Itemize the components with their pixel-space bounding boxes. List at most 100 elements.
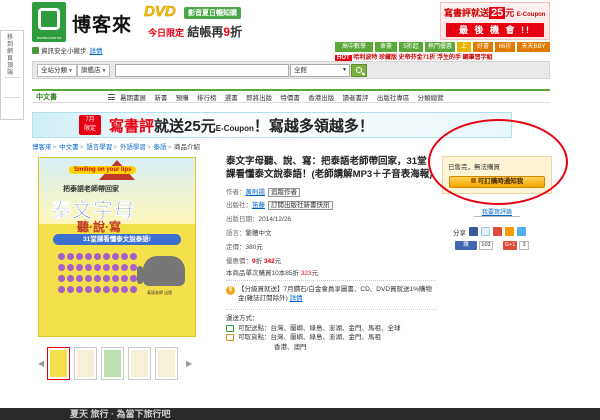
sale-price-value: 342 (263, 258, 275, 265)
ship-label: 可配送點： (238, 324, 271, 332)
language-value: 繁體中文 (245, 230, 272, 237)
book-title: 泰文字母聽、說、寫：把泰語老師帶回家，31堂課看懂泰文說泰語！(老師講解MP3＋… (226, 156, 433, 180)
bulk-price-row: 本商品單次購買10本85折 323元 (226, 267, 318, 277)
cover-publisher: 泰語老師 出版 (147, 290, 173, 295)
top-nav-tab[interactable]: 上 (457, 42, 471, 52)
dollar-icon: $ (226, 286, 235, 295)
category-nav-item[interactable]: 暑期書展 (120, 95, 146, 102)
bottom-banner[interactable]: 夏天 旅行 · 為當下旅行吧 (0, 408, 600, 420)
category-nav-item[interactable]: 讀者書評 (343, 95, 369, 102)
top-nav-tab[interactable]: 好書 (473, 42, 493, 52)
review-coupon-banner[interactable]: 7月 限定 寫書評就送25元E-Coupon！寫越多領越多！ (32, 112, 512, 138)
thumbnail[interactable] (101, 347, 124, 380)
gplus-share-icon[interactable] (493, 227, 502, 236)
breadcrumb-link[interactable]: 博客來 (32, 144, 52, 151)
search-button[interactable] (351, 64, 367, 77)
highlight-circle-annotation (428, 119, 568, 205)
category-nav-item[interactable]: 新書 (154, 95, 167, 102)
back-to-top-strip[interactable]: 移到網頁頂端 (0, 30, 24, 120)
thumbnail[interactable] (155, 347, 178, 380)
thumbnail-strip: ◀ ▶ (38, 345, 196, 383)
date-row: 出版日期：2014/12/26 (226, 213, 291, 223)
search-input[interactable] (115, 64, 289, 77)
logo-url: books.com.tw (36, 35, 62, 40)
gplus-count: 3 (519, 241, 529, 250)
top-nav-tab[interactable]: 高中數學 (335, 42, 373, 52)
flagship-store-button[interactable]: 旗艦店▼ (77, 64, 111, 77)
breadcrumb-link[interactable]: 泰語 (153, 144, 166, 151)
cover-title2: 聽·說·寫 (77, 220, 121, 234)
thumbnail[interactable] (74, 347, 97, 380)
list-price-row: 定價：380元 (226, 241, 263, 251)
email-share-icon[interactable] (505, 227, 514, 236)
dvd-promo-banner[interactable]: DVD 影音夏日暢知購 今日限定 結帳再9折 (142, 3, 292, 41)
author-link[interactable]: 黃則揚 (246, 189, 266, 196)
logo-icon: books.com.tw (32, 2, 66, 42)
facebook-like-button[interactable]: 讚 (455, 241, 477, 250)
top-nav-tab[interactable]: 車豪 (375, 42, 397, 52)
thumbnail[interactable] (128, 347, 151, 380)
divider (474, 216, 520, 217)
list-price-label: 定價： (226, 244, 246, 251)
date-value: 2014/12/26 (258, 216, 292, 223)
category-home[interactable]: 中文書 (36, 92, 57, 102)
follow-author-button[interactable]: 追蹤作者 (268, 188, 300, 197)
flagship-store-label: 旗艦店 (81, 67, 101, 74)
breadcrumb-link[interactable]: 外語學習 (120, 144, 146, 151)
sale-price-unit: 元 (274, 258, 282, 265)
publisher-label: 出版社： (226, 202, 252, 209)
last-chance-label: 最 後 機 會 !! (446, 23, 544, 37)
category-nav-item[interactable]: 選書 (225, 95, 238, 102)
plurk-share-icon[interactable] (481, 227, 490, 236)
pickup-row-2: 香港、澳門 (226, 343, 438, 353)
search-icon (356, 67, 362, 73)
chevron-right-icon[interactable]: ▶ (186, 359, 192, 368)
category-nav-item[interactable]: 出版社專區 (377, 95, 410, 102)
facebook-share-icon[interactable] (469, 227, 478, 236)
july-limited-badge: 7月 限定 (79, 115, 101, 135)
top-nav-tab[interactable]: 天天BBY (517, 42, 550, 52)
all-categories-button[interactable]: 全站分類▼ (37, 64, 77, 77)
security-text: 資訊安全小撇步 (41, 48, 87, 55)
book-cover-image[interactable]: Smiling on your lips 把泰語老師帶回家 泰文字母 聽·說·寫… (38, 157, 196, 337)
delivery-title: 運送方式： (226, 315, 259, 322)
gplus-button[interactable]: G+1 (503, 241, 517, 250)
all-categories-label: 全站分類 (41, 67, 67, 74)
twitter-share-icon[interactable] (517, 227, 526, 236)
top-nav-tab[interactable]: 66折 (495, 42, 515, 52)
member-promo-link[interactable]: 詳情 (290, 295, 303, 302)
menu-icon[interactable] (108, 94, 115, 100)
language-row: 語言：繁體中文 (226, 227, 272, 237)
pickup-areas: 台灣、蘭嶼、綠島、澎湖、金門、馬祖 (270, 334, 382, 341)
review-promo-banner[interactable]: 寫書評就送 25 元 E-Coupon 最 後 機 會 !! (440, 2, 550, 40)
category-nav-items: 暑期書展 新書 預購 排行榜 選書 即將出版 特價書 香港出版 讀者書評 出版社… (120, 92, 450, 102)
category-nav-item[interactable]: 分類總覽 (418, 95, 444, 102)
publisher-link[interactable]: 笛藤 (252, 202, 265, 209)
category-nav-item[interactable]: 香港出版 (308, 95, 334, 102)
security-details-link[interactable]: 詳情 (90, 48, 103, 55)
cover-subtitle: 把泰語老師帶回家 (63, 186, 119, 193)
back-to-top-label: 移到網頁頂端 (7, 35, 14, 76)
breadcrumb-link[interactable]: 中文書 (59, 144, 79, 151)
site-logo[interactable]: books.com.tw 博客來 (32, 2, 134, 42)
language-label: 語言： (226, 230, 246, 237)
search-scope-select[interactable]: 全館 ▼ (290, 64, 350, 77)
thumbnail[interactable] (47, 347, 70, 380)
category-nav-item[interactable]: 特價書 (280, 95, 300, 102)
pickup-areas-2: 香港、澳門 (274, 343, 307, 351)
category-nav-item[interactable]: 預購 (176, 95, 189, 102)
top-nav-tab[interactable]: 5折起 (399, 42, 423, 52)
subscribe-publisher-button[interactable]: 訂閱出版社新書快訊 (268, 201, 333, 210)
category-nav-item[interactable]: 排行榜 (197, 95, 217, 102)
ship-areas: 台灣、蘭嶼、綠島、澎湖、金門、馬祖、全球 (270, 324, 401, 332)
chevron-left-icon[interactable]: ◀ (38, 359, 44, 368)
bulk-price-unit: 元 (311, 270, 319, 277)
list-price-value: 380元 (245, 244, 263, 251)
breadcrumb-link[interactable]: 語言學習 (86, 144, 112, 151)
top-nav-tab[interactable]: 熱門優惠 (425, 42, 455, 52)
category-nav-item[interactable]: 即將出版 (246, 95, 272, 102)
date-label: 出版日期： (226, 216, 259, 223)
dvd-offer: 今日限定 結帳再9折 (148, 25, 243, 39)
badge-limited: 限定 (83, 126, 96, 132)
chevron-down-icon: ▼ (342, 67, 347, 73)
